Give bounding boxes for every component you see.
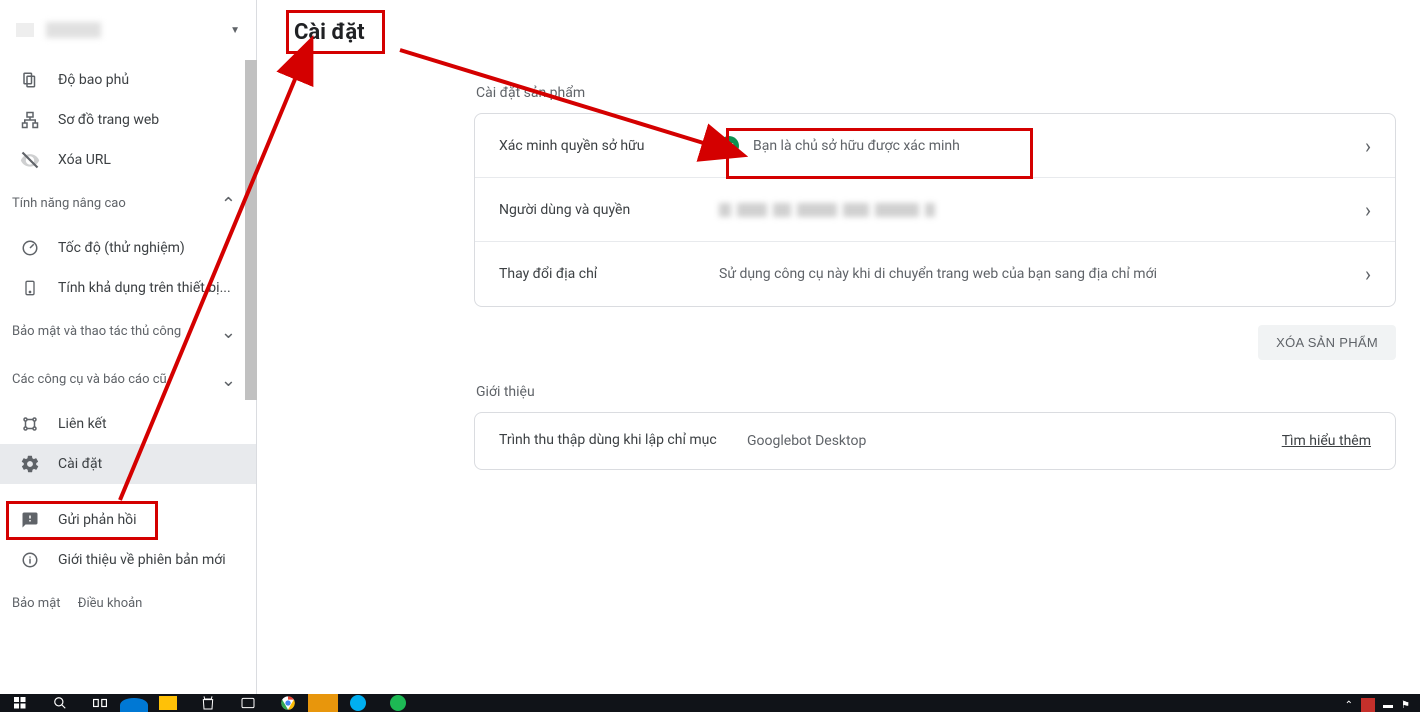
nav-label: Liên kết bbox=[58, 416, 107, 432]
footer-privacy-link[interactable]: Bảo mật bbox=[12, 596, 61, 611]
sidebar-item-links[interactable]: Liên kết bbox=[0, 404, 256, 444]
chevron-down-icon: ⌄ bbox=[221, 322, 236, 343]
nav-label: Gửi phản hồi bbox=[58, 512, 137, 528]
sidebar-item-about[interactable]: Giới thiệu về phiên bản mới bbox=[0, 540, 256, 580]
sidebar-item-sitemap[interactable]: Sơ đồ trang web bbox=[0, 100, 256, 140]
taskbar-chrome[interactable] bbox=[268, 694, 308, 712]
windows-taskbar[interactable]: ⌃ ▬ ⚑ bbox=[0, 694, 1420, 712]
row-address-change[interactable]: Thay đổi địa chỉ Sử dụng công cụ này khi… bbox=[475, 242, 1395, 306]
taskbar-skype[interactable] bbox=[338, 694, 378, 712]
crawler-value: Googlebot Desktop bbox=[747, 433, 866, 449]
taskbar-spotify[interactable] bbox=[378, 694, 418, 712]
nav-label: Tính khả dụng trên thiết bị... bbox=[58, 280, 231, 296]
sidebar-item-feedback[interactable]: Gửi phản hồi bbox=[0, 500, 256, 540]
nav-label: Cài đặt bbox=[58, 456, 102, 472]
row-title: Trình thu thập dùng khi lập chỉ mục bbox=[499, 431, 719, 451]
nav-label: Sơ đồ trang web bbox=[58, 112, 159, 128]
taskbar-app[interactable] bbox=[308, 694, 338, 712]
row-crawler: Trình thu thập dùng khi lập chỉ mục Goog… bbox=[475, 413, 1395, 469]
property-name-blurred bbox=[46, 22, 101, 38]
sidebar-item-mobile[interactable]: Tính khả dụng trên thiết bị... bbox=[0, 268, 256, 308]
sitemap-icon bbox=[20, 110, 40, 130]
section-legacy[interactable]: Các công cụ và báo cáo cũ ⌄ bbox=[0, 356, 256, 404]
scrollbar-thumb[interactable] bbox=[245, 60, 257, 400]
search-icon[interactable] bbox=[40, 694, 80, 712]
sidebar: ▼ Độ bao phủ Sơ đồ trang web Xóa URL Tín… bbox=[0, 0, 257, 694]
row-title: Người dùng và quyền bbox=[499, 202, 719, 218]
start-button[interactable] bbox=[0, 694, 40, 712]
page-title: Cài đặt bbox=[270, 0, 389, 61]
row-title: Xác minh quyền sở hữu bbox=[499, 138, 719, 154]
caret-down-icon: ▼ bbox=[230, 25, 240, 36]
taskbar-app[interactable] bbox=[228, 694, 268, 712]
sidebar-item-remove-url[interactable]: Xóa URL bbox=[0, 140, 256, 180]
task-view-icon[interactable] bbox=[80, 694, 120, 712]
sidebar-footer: Bảo mật Điều khoản bbox=[0, 580, 256, 627]
remove-icon bbox=[20, 150, 40, 170]
chevron-right-icon: › bbox=[1365, 134, 1371, 158]
links-icon bbox=[20, 414, 40, 434]
remove-product-button[interactable]: XÓA SẢN PHẨM bbox=[1258, 325, 1396, 360]
sidebar-item-coverage[interactable]: Độ bao phủ bbox=[0, 60, 256, 100]
tray-app-icon[interactable]: ⚑ bbox=[1401, 700, 1410, 711]
main-content: Cài đặt Cài đặt sản phẩm Xác minh quyền … bbox=[270, 0, 1420, 694]
feedback-icon bbox=[20, 510, 40, 530]
nav-label: Xóa URL bbox=[58, 152, 111, 168]
chevron-right-icon: › bbox=[1365, 198, 1371, 222]
row-ownership[interactable]: Xác minh quyền sở hữu Bạn là chủ sở hữu … bbox=[475, 114, 1395, 178]
sidebar-item-settings[interactable]: Cài đặt bbox=[0, 444, 256, 484]
info-icon bbox=[20, 550, 40, 570]
gear-icon bbox=[20, 454, 40, 474]
row-value: Bạn là chủ sở hữu được xác minh bbox=[719, 136, 1357, 156]
speed-icon bbox=[20, 238, 40, 258]
product-settings-card: Xác minh quyền sở hữu Bạn là chủ sở hữu … bbox=[474, 113, 1396, 307]
system-tray[interactable]: ⌃ ▬ ⚑ bbox=[1341, 698, 1420, 712]
section-security[interactable]: Bảo mật và thao tác thủ công ⌄ bbox=[0, 308, 256, 356]
chevron-right-icon: › bbox=[1365, 262, 1371, 286]
tray-app-icon[interactable] bbox=[1361, 698, 1375, 712]
nav-label: Tốc độ (thử nghiệm) bbox=[58, 240, 185, 256]
taskbar-app[interactable] bbox=[120, 698, 148, 712]
chevron-down-icon: ⌄ bbox=[221, 370, 236, 391]
property-picker[interactable]: ▼ bbox=[0, 0, 256, 60]
property-icon bbox=[16, 23, 34, 37]
section-label-about: Giới thiệu bbox=[476, 384, 1396, 400]
coverage-icon bbox=[20, 70, 40, 90]
sidebar-item-speed[interactable]: Tốc độ (thử nghiệm) bbox=[0, 228, 256, 268]
section-advanced[interactable]: Tính năng nâng cao ⌃ bbox=[0, 180, 256, 228]
taskbar-app[interactable] bbox=[188, 694, 228, 712]
nav-label: Độ bao phủ bbox=[58, 72, 129, 88]
mobile-icon bbox=[20, 278, 40, 298]
check-icon bbox=[719, 136, 739, 156]
row-value: Sử dụng công cụ này khi di chuyển trang … bbox=[719, 266, 1357, 282]
taskbar-app[interactable] bbox=[148, 694, 188, 712]
ownership-status-text: Bạn là chủ sở hữu được xác minh bbox=[753, 138, 960, 154]
learn-more-link[interactable]: Tìm hiểu thêm bbox=[1282, 433, 1371, 449]
footer-terms-link[interactable]: Điều khoản bbox=[78, 596, 143, 611]
about-card: Trình thu thập dùng khi lập chỉ mục Goog… bbox=[474, 412, 1396, 470]
chevron-up-icon: ⌃ bbox=[221, 194, 236, 215]
row-value-blurred bbox=[719, 203, 1357, 217]
nav-label: Giới thiệu về phiên bản mới bbox=[58, 552, 226, 568]
section-label-product: Cài đặt sản phẩm bbox=[476, 85, 1396, 101]
row-users[interactable]: Người dùng và quyền › bbox=[475, 178, 1395, 242]
row-title: Thay đổi địa chỉ bbox=[499, 266, 719, 282]
tray-app-icon[interactable]: ▬ bbox=[1383, 700, 1393, 711]
tray-chevron-icon[interactable]: ⌃ bbox=[1345, 700, 1353, 711]
